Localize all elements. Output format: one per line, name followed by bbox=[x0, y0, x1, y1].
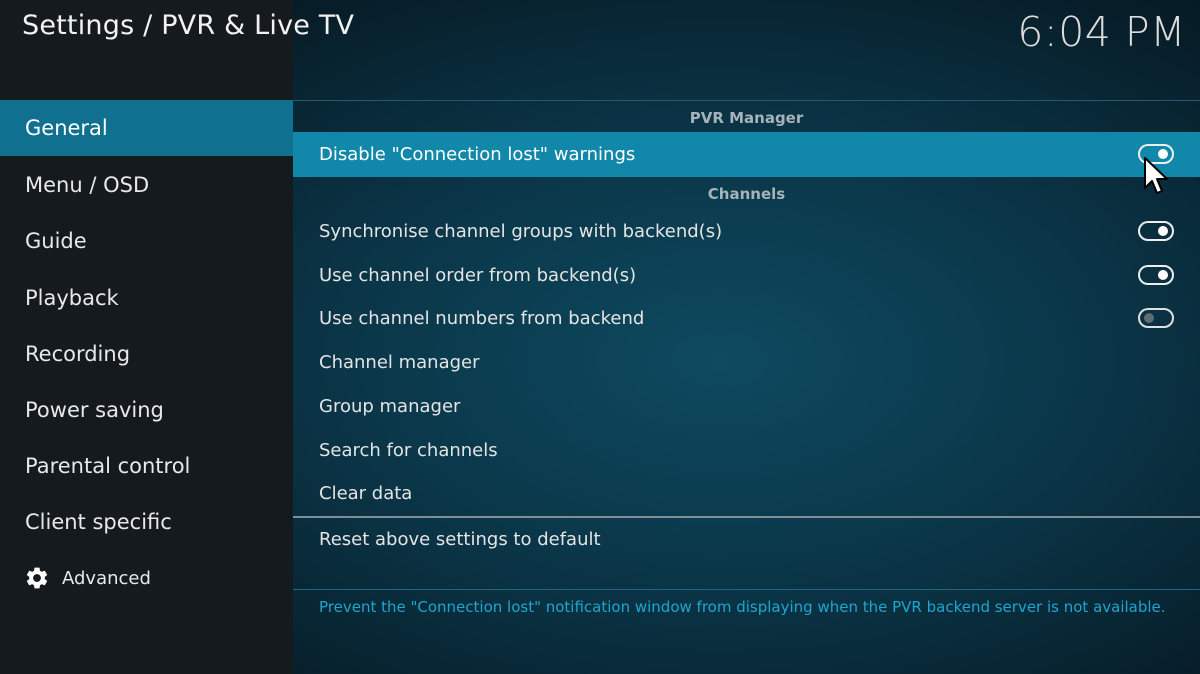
gear-icon bbox=[26, 567, 48, 589]
sidebar-item-playback[interactable]: Playback bbox=[0, 270, 293, 326]
sidebar-item-recording[interactable]: Recording bbox=[0, 326, 293, 382]
sidebar-item-label: Guide bbox=[25, 229, 87, 253]
sidebar-item-label: Advanced bbox=[62, 567, 151, 589]
sidebar-item-label: Recording bbox=[25, 342, 131, 366]
setting-label: Use channel order from backend(s) bbox=[319, 264, 637, 286]
page-title: Settings / PVR & Live TV bbox=[22, 10, 355, 41]
setting-use-channel-numbers[interactable]: Use channel numbers from backend bbox=[293, 296, 1200, 340]
setting-sync-channel-groups[interactable]: Synchronise channel groups with backend(… bbox=[293, 209, 1200, 253]
help-divider bbox=[293, 589, 1200, 590]
toggle-switch[interactable] bbox=[1138, 221, 1174, 241]
setting-label: Reset above settings to default bbox=[319, 528, 601, 550]
section-header-channels: Channels bbox=[707, 185, 786, 203]
help-text: Prevent the "Connection lost" notificati… bbox=[319, 598, 1166, 616]
sidebar-item-general[interactable]: General bbox=[0, 100, 293, 156]
setting-label: Synchronise channel groups with backend(… bbox=[319, 220, 723, 242]
toggle-switch[interactable] bbox=[1138, 265, 1174, 285]
sidebar-item-label: Menu / OSD bbox=[25, 173, 150, 197]
mouse-pointer-icon bbox=[1144, 157, 1168, 194]
setting-channel-manager[interactable]: Channel manager bbox=[293, 340, 1200, 384]
sidebar-item-label: Playback bbox=[25, 286, 119, 310]
setting-search-for-channels[interactable]: Search for channels bbox=[293, 428, 1200, 472]
sidebar-item-parental-control[interactable]: Parental control bbox=[0, 438, 293, 494]
toggle-switch[interactable] bbox=[1138, 308, 1174, 328]
sidebar-item-label: Power saving bbox=[25, 398, 164, 422]
setting-label: Group manager bbox=[319, 395, 461, 417]
sidebar-item-guide[interactable]: Guide bbox=[0, 213, 293, 269]
section-header-pvr-manager: PVR Manager bbox=[689, 109, 804, 127]
setting-use-channel-order[interactable]: Use channel order from backend(s) bbox=[293, 253, 1200, 297]
toggle-knob bbox=[1158, 270, 1168, 280]
setting-label: Search for channels bbox=[319, 439, 498, 461]
sidebar-item-label: General bbox=[25, 116, 108, 140]
setting-label: Clear data bbox=[319, 482, 413, 504]
reset-to-default-button[interactable]: Reset above settings to default bbox=[293, 517, 1200, 561]
sidebar-item-client-specific[interactable]: Client specific bbox=[0, 494, 293, 550]
sidebar-item-power-saving[interactable]: Power saving bbox=[0, 382, 293, 438]
settings-level-advanced[interactable]: Advanced bbox=[0, 550, 293, 606]
top-divider bbox=[293, 100, 1200, 101]
toggle-knob bbox=[1158, 226, 1168, 236]
toggle-knob bbox=[1144, 313, 1154, 323]
sidebar-item-label: Client specific bbox=[25, 510, 172, 534]
setting-label: Disable "Connection lost" warnings bbox=[319, 144, 636, 165]
setting-disable-connection-lost-warnings[interactable]: Disable "Connection lost" warnings bbox=[293, 132, 1200, 177]
setting-group-manager[interactable]: Group manager bbox=[293, 384, 1200, 428]
setting-label: Channel manager bbox=[319, 351, 480, 373]
clock: 6:04 PM bbox=[1017, 8, 1186, 56]
setting-clear-data[interactable]: Clear data bbox=[293, 471, 1200, 515]
sidebar-item-menu-osd[interactable]: Menu / OSD bbox=[0, 157, 293, 213]
sidebar-item-label: Parental control bbox=[25, 454, 191, 478]
setting-label: Use channel numbers from backend bbox=[319, 307, 645, 329]
